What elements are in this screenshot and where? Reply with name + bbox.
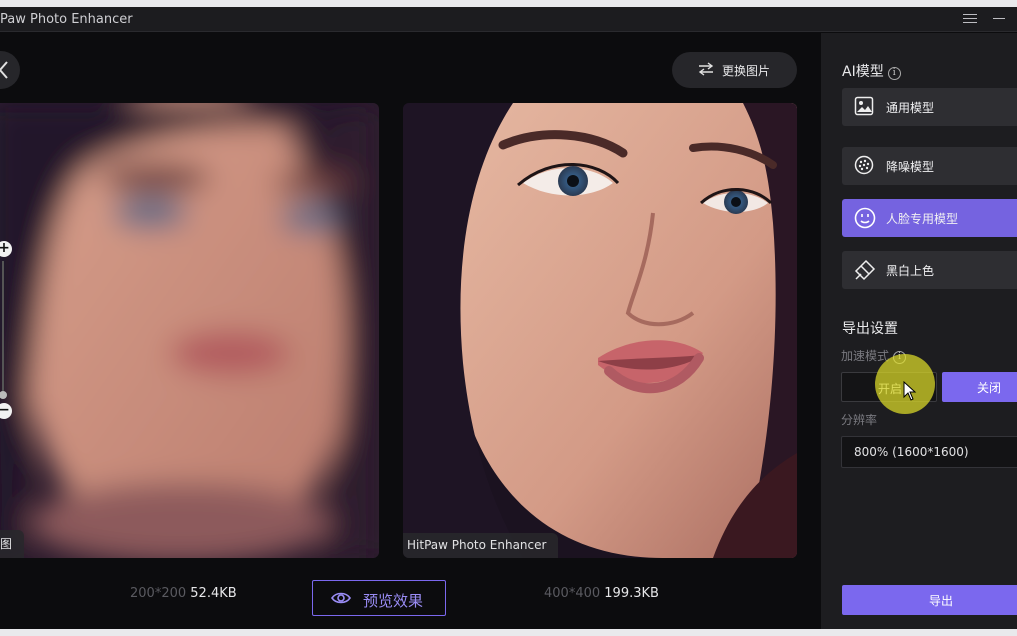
resolution-select[interactable]: 800% (1600*1600) <box>841 436 1017 468</box>
original-filesize: 52.4KB <box>190 586 237 601</box>
enhanced-filesize: 199.3KB <box>604 586 659 601</box>
settings-sidebar: AI模型 i 通用模型 降噪模型 人脸专用模型 黑白上色 导出设置 加速模式 关… <box>821 33 1017 629</box>
model-face-label: 人脸专用模型 <box>886 212 959 226</box>
original-dimensions: 200*200 <box>130 586 187 601</box>
resolution-label: 分辨率 <box>841 413 878 427</box>
minimize-icon[interactable] <box>993 18 1005 19</box>
model-general-button[interactable]: 通用模型 <box>842 88 1017 126</box>
export-settings-heading: 导出设置 <box>842 321 898 337</box>
zoom-slider[interactable] <box>2 261 4 391</box>
colorize-icon <box>854 259 876 281</box>
enhanced-image: HitPaw Photo Enhancer <box>403 103 797 558</box>
back-button[interactable] <box>0 51 20 89</box>
preview-area: 更换图片 图 HitPaw Photo Enhancer + − 200*200… <box>0 33 821 629</box>
preview-effect-button[interactable]: 预览效果 <box>312 580 446 616</box>
original-meta: 200*200 52.4KB <box>130 586 237 601</box>
original-image: 图 <box>0 103 379 558</box>
model-denoise-button[interactable]: 降噪模型 <box>842 147 1017 185</box>
info-icon[interactable]: i <box>887 67 901 80</box>
title-bar: Paw Photo Enhancer <box>0 7 1017 32</box>
app-window: Paw Photo Enhancer 更换图片 图 HitPaw Photo E… <box>0 7 1017 629</box>
resolution-value: 800% (1600*1600) <box>854 445 969 459</box>
export-button[interactable]: 导出 <box>842 585 1017 615</box>
eye-icon <box>331 592 351 604</box>
export-label: 导出 <box>929 594 954 608</box>
model-face-button[interactable]: 人脸专用模型 <box>842 199 1017 237</box>
enhanced-meta: 400*400 199.3KB <box>544 586 659 601</box>
model-denoise-label: 降噪模型 <box>886 160 935 174</box>
app-title: Paw Photo Enhancer <box>0 12 133 27</box>
accel-off-option[interactable]: 关闭 <box>942 372 1017 402</box>
accel-off-label: 关闭 <box>977 381 1002 395</box>
denoise-icon <box>854 155 874 175</box>
enhanced-label: HitPaw Photo Enhancer <box>403 533 559 558</box>
preview-effect-label: 预览效果 <box>363 592 424 610</box>
ai-model-title: AI模型 <box>842 64 884 80</box>
accel-mode-label: 加速模式 <box>841 349 890 363</box>
image-icon <box>854 96 874 116</box>
face-icon <box>854 207 876 229</box>
model-colorize-button[interactable]: 黑白上色 <box>842 251 1017 289</box>
mouse-cursor-icon <box>903 381 917 401</box>
ai-model-heading: AI模型 i <box>842 61 901 81</box>
model-colorize-label: 黑白上色 <box>886 264 935 278</box>
replace-image-label: 更换图片 <box>722 64 771 78</box>
replace-image-button[interactable]: 更换图片 <box>672 52 797 88</box>
original-label: 图 <box>0 530 25 558</box>
model-general-label: 通用模型 <box>886 101 935 115</box>
chevron-left-icon <box>0 61 8 79</box>
menu-icon[interactable] <box>963 11 977 27</box>
enhanced-dimensions: 400*400 <box>544 586 601 601</box>
swap-icon <box>698 62 714 76</box>
